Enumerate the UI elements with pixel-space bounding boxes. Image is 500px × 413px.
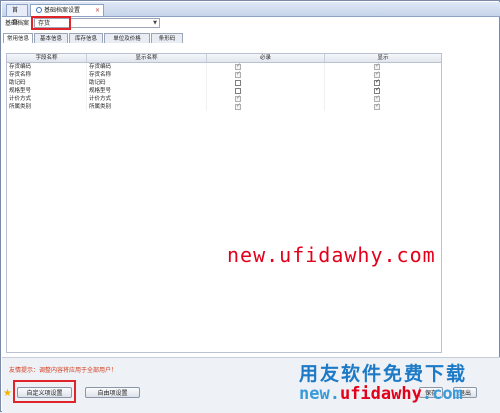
subtab-basic-label: 基本信息 [39, 36, 62, 42]
star-icon: ★ [3, 388, 12, 399]
cell-show [325, 86, 441, 95]
subtab-barcode-label: 条形码 [158, 36, 176, 42]
highlight-custom-button [13, 380, 76, 403]
watermark-url: new.ufidawhy.com [227, 243, 436, 267]
tab-archive-settings[interactable]: 基础档案设置 × [30, 4, 104, 16]
brand-url: new.ufidawhy.com [299, 384, 463, 404]
chevron-down-icon: ▼ [153, 20, 157, 26]
subtab-unit-price[interactable]: 单位及价格 [104, 33, 150, 43]
cell-field-name: 规格型号 [7, 87, 87, 95]
brand-title: 用友软件免费下载 [299, 363, 468, 385]
cell-field-name: 助记码 [7, 79, 87, 87]
cell-show [325, 102, 441, 111]
archive-tab-icon [36, 7, 42, 13]
cell-required [207, 102, 325, 111]
subtab-common[interactable]: 常用信息 [3, 33, 33, 43]
tab-home[interactable]: 首页 [6, 4, 28, 26]
subtab-unit-price-label: 单位及价格 [113, 36, 141, 42]
cell-display-name[interactable]: 存货名称 [87, 71, 207, 79]
cell-required [207, 70, 325, 79]
brand-url-suffix: .com [421, 384, 463, 404]
cell-display-name[interactable]: 计价方式 [87, 95, 207, 103]
cell-display-name[interactable]: 规格型号 [87, 87, 207, 95]
cell-field-name: 存货编码 [7, 63, 87, 71]
header-display-name[interactable]: 显示名称 [87, 54, 207, 62]
tab-archive-settings-label: 基础档案设置 [44, 7, 81, 14]
cell-display-name[interactable]: 助记码 [87, 79, 207, 87]
brand-url-mid: ufidawhy [339, 384, 422, 404]
cell-field-name: 计价方式 [7, 95, 87, 103]
show-checkbox [374, 102, 380, 110]
window-frame: 首页 基础档案设置 × 基础档案 存货 ▼ 常用信息 基本信息 库存信息 单位及… [0, 0, 500, 413]
required-checkbox[interactable] [235, 80, 241, 86]
brand-url-prefix: new. [299, 384, 340, 404]
field-grid: 字段名称 显示名称 必录 显示 存货编码存货编码存货名称存货名称助记码助记码规格… [6, 53, 442, 353]
cell-required [207, 94, 325, 103]
cell-field-name: 所属类别 [7, 103, 87, 111]
header-field-name[interactable]: 字段名称 [7, 54, 87, 62]
subtab-common-label: 常用信息 [6, 36, 29, 42]
cell-required [207, 62, 325, 71]
tip-text: 友情提示：调整内容将应用于全部用户！ [9, 367, 118, 374]
header-required[interactable]: 必录 [207, 54, 325, 62]
cell-show [325, 78, 441, 87]
cell-field-name: 存货名称 [7, 71, 87, 79]
cell-required [207, 79, 325, 87]
cell-required [207, 87, 325, 95]
cell-show [325, 94, 441, 103]
required-checkbox [235, 70, 241, 78]
free-item-settings-button[interactable]: 自由项设置 [85, 387, 140, 398]
table-row[interactable]: 所属类别 所属类别 [7, 102, 441, 111]
subtab-basic[interactable]: 基本信息 [34, 33, 68, 43]
required-checkbox [235, 102, 241, 110]
subtab-stock[interactable]: 库存信息 [69, 33, 103, 43]
cell-show [325, 70, 441, 79]
header-show[interactable]: 显示 [325, 54, 441, 62]
cell-display-name[interactable]: 存货编码 [87, 63, 207, 71]
highlight-archive-select [31, 16, 71, 30]
subtab-barcode[interactable]: 条形码 [151, 33, 183, 43]
cell-show [325, 62, 441, 71]
tab-bar: 首页 基础档案设置 × [2, 2, 500, 26]
close-tab-icon[interactable]: × [95, 5, 100, 17]
free-item-settings-label: 自由项设置 [97, 390, 128, 397]
cell-display-name[interactable]: 所属类别 [87, 103, 207, 111]
subtab-stock-label: 库存信息 [74, 36, 97, 42]
